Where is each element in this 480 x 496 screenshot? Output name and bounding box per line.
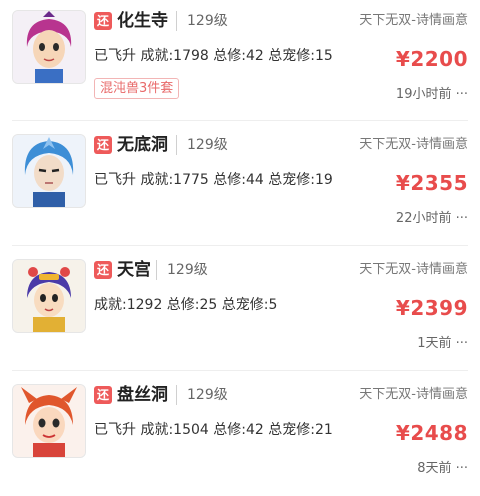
character-stats: 已飞升 成就:1504 总修:42 总宠修:21 [94,422,333,438]
return-badge: 还 [94,12,112,30]
server-name: 天下无双-诗情画意 [359,13,468,28]
level-label: 129级 [156,260,208,280]
price: ¥2399 [395,296,468,320]
return-badge: 还 [94,136,112,154]
listing-card[interactable]: 还 无底洞 129级 天下无双-诗情画意 已飞升 成就:1775 总修:44 总… [0,120,480,246]
equipment-tag[interactable]: 混沌兽3件套 [94,78,180,99]
character-stats: 成就:1292 总修:25 总宠修:5 [94,297,278,313]
server-name: 天下无双-诗情画意 [359,262,468,277]
character-avatar-icon[interactable] [12,134,86,208]
character-avatar-icon[interactable] [12,384,86,458]
server-name: 天下无双-诗情画意 [359,387,468,402]
level-label: 129级 [176,11,228,31]
sect-name: 化生寺 [117,11,168,31]
sect-name: 无底洞 [117,135,168,155]
level-label: 129级 [176,135,228,155]
listed-time[interactable]: 19小时前 ··· [396,85,468,105]
sect-name: 天宫 [117,260,151,280]
character-stats: 已飞升 成就:1775 总修:44 总宠修:19 [94,172,333,188]
character-avatar-icon[interactable] [12,10,86,84]
return-badge: 还 [94,386,112,404]
level-label: 129级 [176,385,228,405]
listing-card[interactable]: 还 盘丝洞 129级 天下无双-诗情画意 已飞升 成就:1504 总修:42 总… [0,370,480,496]
character-stats: 已飞升 成就:1798 总修:42 总宠修:15 [94,48,333,64]
sect-name: 盘丝洞 [117,385,168,405]
return-badge: 还 [94,261,112,279]
price: ¥2488 [395,421,468,445]
listing-card[interactable]: 还 化生寺 129级 天下无双-诗情画意 已飞升 成就:1798 总修:42 总… [0,0,480,122]
listed-time[interactable]: 22小时前 ··· [396,209,468,229]
server-name: 天下无双-诗情画意 [359,137,468,152]
price: ¥2200 [395,47,468,71]
listed-time[interactable]: 1天前 ··· [417,334,468,354]
listed-time[interactable]: 8天前 ··· [417,459,468,479]
character-avatar-icon[interactable] [12,259,86,333]
listing-list: 还 化生寺 129级 天下无双-诗情画意 已飞升 成就:1798 总修:42 总… [0,0,480,480]
listing-card[interactable]: 还 天宫 129级 天下无双-诗情画意 成就:1292 总修:25 总宠修:5 … [0,245,480,371]
price: ¥2355 [395,171,468,195]
